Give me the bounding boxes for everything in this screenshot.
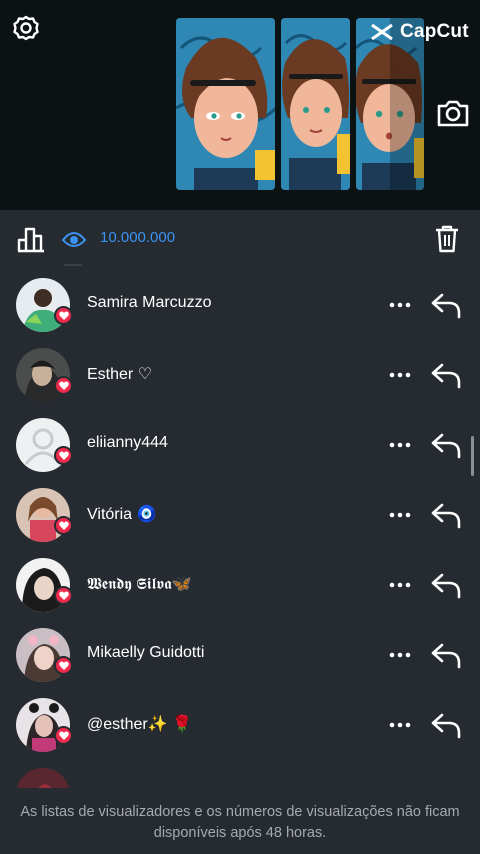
more-options-icon[interactable] — [388, 645, 412, 665]
viewer-name[interactable]: Mikaelly Guidotti — [87, 644, 204, 662]
liked-heart-icon — [54, 376, 73, 395]
notice-text: As listas de visualizadores e os números… — [20, 804, 460, 841]
liked-heart-icon — [54, 586, 73, 605]
reply-icon[interactable] — [430, 570, 462, 600]
viewer-name[interactable]: Esther ♡ — [87, 364, 152, 384]
liked-heart-icon — [54, 726, 73, 745]
viewer-row[interactable]: Esther ♡ — [0, 340, 480, 410]
scrollbar[interactable] — [471, 436, 474, 476]
insights-chart-icon[interactable] — [16, 224, 46, 254]
settings-icon[interactable] — [12, 14, 40, 42]
story-preview-area: CapCut — [0, 0, 480, 210]
viewer-row[interactable]: Samira Marcuzzo — [0, 270, 480, 340]
reply-icon[interactable] — [430, 360, 462, 390]
more-options-icon[interactable] — [388, 715, 412, 735]
more-options-icon[interactable] — [388, 575, 412, 595]
viewer-name[interactable]: @esther✨ 🌹 — [87, 714, 192, 734]
liked-heart-icon — [54, 656, 73, 675]
capcut-watermark: CapCut — [356, 12, 480, 52]
viewer-row[interactable]: eliianny444 — [0, 410, 480, 480]
more-options-icon[interactable] — [388, 295, 412, 315]
capcut-label: CapCut — [400, 21, 469, 42]
capcut-logo-icon — [371, 23, 393, 41]
liked-heart-icon — [54, 306, 73, 325]
viewer-row[interactable]: 𝖂𝖊𝖓𝖉𝖞 𝕾𝖎𝖑𝖛𝖆🦋 — [0, 550, 480, 620]
story-thumbnail-1[interactable] — [176, 18, 275, 190]
viewer-row[interactable]: Mikaelly Guidotti — [0, 620, 480, 690]
view-count: 10.000.000 — [100, 229, 176, 246]
more-options-icon[interactable] — [388, 505, 412, 525]
trash-icon[interactable] — [434, 224, 460, 254]
viewers-tab-indicator — [64, 264, 82, 266]
viewer-name[interactable]: 𝖂𝖊𝖓𝖉𝖞 𝕾𝖎𝖑𝖛𝖆🦋 — [87, 574, 192, 594]
reply-icon[interactable] — [430, 290, 462, 320]
liked-heart-icon — [54, 516, 73, 535]
liked-heart-icon — [54, 446, 73, 465]
viewer-name[interactable]: Vitória 🧿 — [87, 504, 156, 524]
reply-icon[interactable] — [430, 640, 462, 670]
reply-icon[interactable] — [430, 710, 462, 740]
camera-icon[interactable] — [436, 96, 470, 130]
viewer-name[interactable]: eliianny444 — [87, 434, 168, 452]
more-options-icon[interactable] — [388, 435, 412, 455]
viewers-eye-icon[interactable] — [62, 230, 86, 248]
story-thumbnail-2[interactable] — [281, 18, 350, 190]
more-options-icon[interactable] — [388, 365, 412, 385]
reply-icon[interactable] — [430, 500, 462, 530]
viewer-name[interactable]: Samira Marcuzzo — [87, 294, 211, 312]
reply-icon[interactable] — [430, 430, 462, 460]
viewers-availability-notice: As listas de visualizadores e os números… — [0, 788, 480, 854]
viewer-row[interactable]: Vitória 🧿 — [0, 480, 480, 550]
viewer-row[interactable]: @esther✨ 🌹 — [0, 690, 480, 760]
